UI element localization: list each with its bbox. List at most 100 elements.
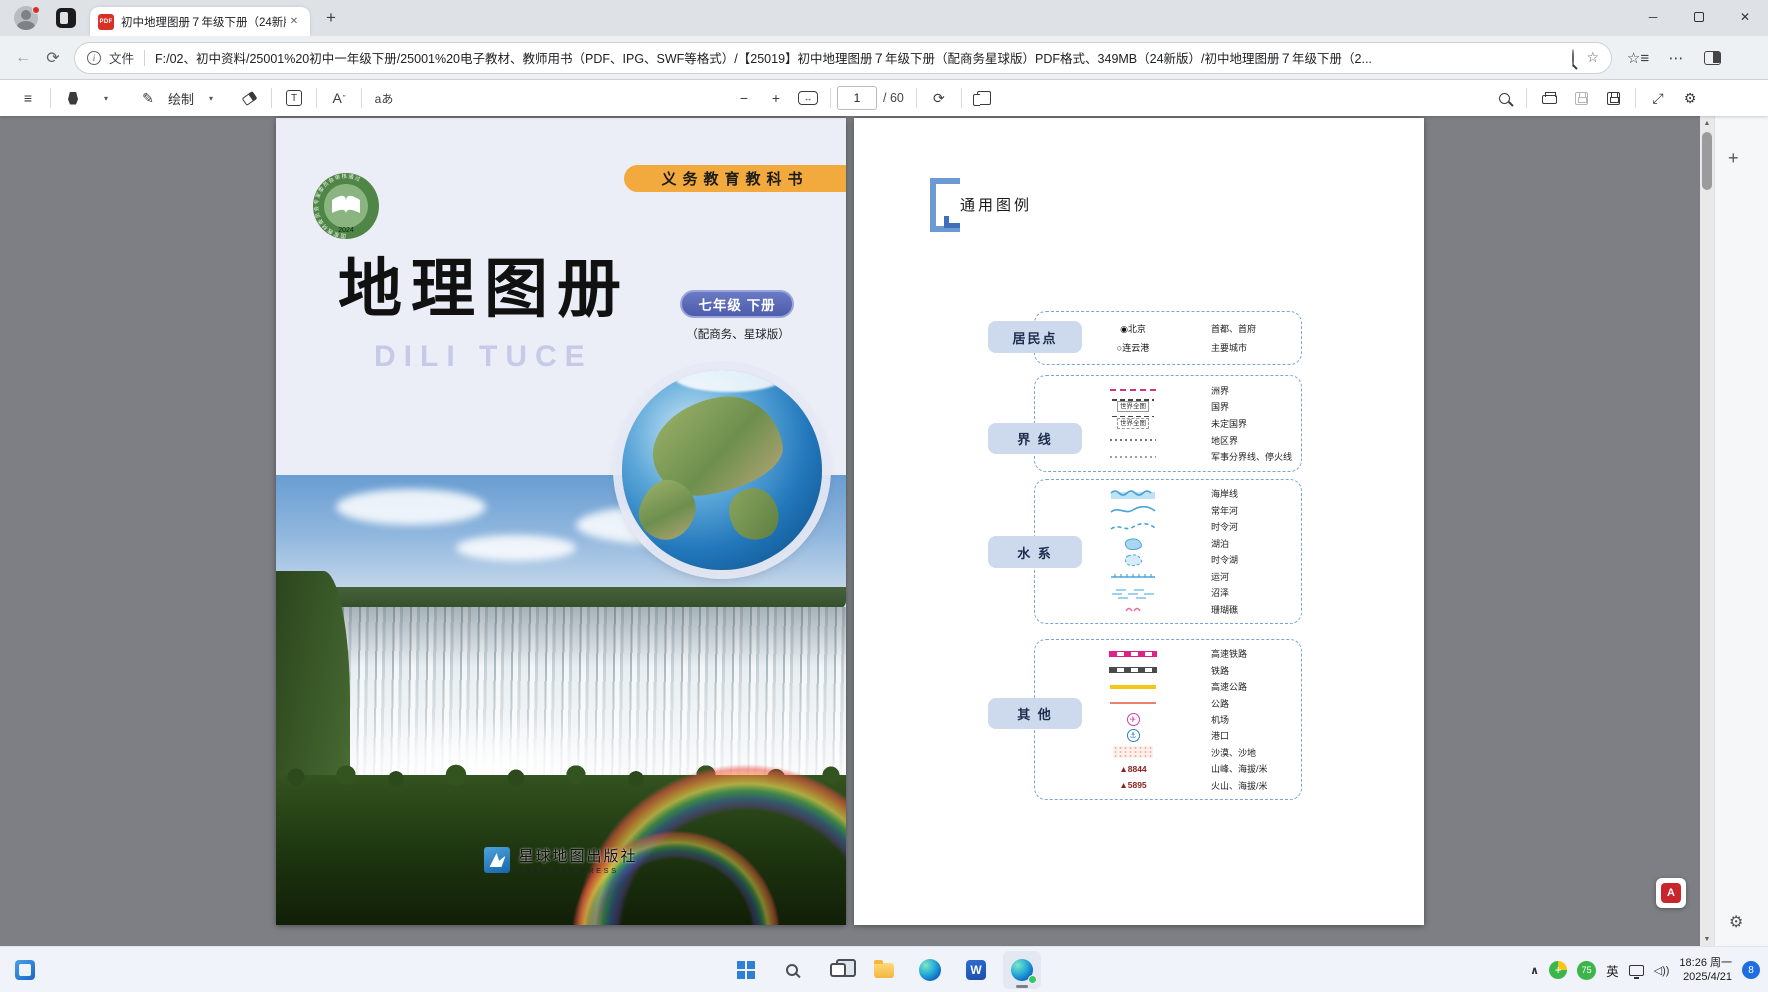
search-document-icon[interactable]	[1491, 85, 1517, 111]
volcano-symbol: ▲5895	[1119, 780, 1146, 790]
globe-polar-cap	[674, 370, 784, 392]
legend-row: 时令河	[1035, 520, 1301, 533]
minimize-button[interactable]: ─	[1630, 0, 1676, 34]
info-icon[interactable]: i	[87, 51, 101, 65]
highlighter-chevron-icon[interactable]: ▾	[92, 85, 118, 111]
sidebar-add-icon[interactable]: +	[1728, 148, 1739, 169]
task-view-icon	[830, 963, 846, 977]
search-in-page-icon[interactable]	[1572, 50, 1574, 66]
tray-overflow-chevron[interactable]: ∧	[1530, 964, 1539, 977]
antivirus-tray-icon[interactable]	[1549, 961, 1567, 979]
clock[interactable]: 18:26 周一 2025/4/21	[1679, 956, 1732, 984]
edge-sidebar-rail: + ⚙	[1714, 80, 1768, 946]
print-icon[interactable]	[1536, 85, 1562, 111]
national-boundary-symbol: 世界全图	[1117, 401, 1149, 412]
windows-taskbar: W ∧ 75 英 ◁)) 18:26 周一 2025/4/21 8	[0, 946, 1768, 992]
undefined-boundary-symbol: 世界全图	[1117, 418, 1149, 429]
eraser-icon[interactable]	[236, 85, 262, 111]
maximize-button[interactable]	[1676, 0, 1722, 34]
legend-label: 军事分界线、停火线	[1211, 450, 1292, 463]
legend-row: 沙漠、沙地	[1035, 746, 1301, 759]
approval-seal-logo: 国家教材委员会专家委员会审核通过 2024	[313, 173, 379, 239]
scroll-up-arrow[interactable]: ▲	[1700, 116, 1714, 130]
taskbar-search-button[interactable]	[773, 951, 811, 989]
tab-actions-menu-icon[interactable]	[56, 8, 76, 28]
page-view-button[interactable]	[971, 85, 997, 111]
translate-icon[interactable]: aあ	[371, 85, 397, 111]
legend-label: 沙漠、沙地	[1211, 746, 1256, 759]
toolbar-divider	[50, 88, 51, 108]
browser-titlebar: PDF 初中地理图册７年级下册（24新版 ✕ + ─ ✕	[0, 0, 1768, 36]
file-explorer-button[interactable]	[865, 951, 903, 989]
volume-icon[interactable]: ◁))	[1654, 964, 1670, 977]
sidebar-toggle-icon[interactable]	[1704, 51, 1721, 65]
task-view-button[interactable]	[819, 951, 857, 989]
legend-label: 未定国界	[1211, 417, 1247, 430]
publisher-name-en: STAR MAP PRESS	[518, 866, 637, 875]
port-symbol: ⚓	[1127, 729, 1140, 742]
start-button[interactable]	[727, 951, 765, 989]
favorite-star-icon[interactable]: ☆	[1586, 49, 1599, 66]
legend-label: 高速铁路	[1211, 647, 1247, 660]
page-number-input[interactable]	[837, 86, 877, 110]
tab-title: 初中地理图册７年级下册（24新版	[121, 14, 286, 30]
legend-row: 海岸线	[1035, 487, 1301, 500]
seasonal-river-symbol	[1063, 521, 1203, 533]
widgets-icon	[15, 960, 35, 980]
refresh-button[interactable]: ⟳	[38, 43, 68, 73]
favorites-hub-icon[interactable]: ☆≡	[1626, 49, 1650, 67]
legend-label: 高速公路	[1211, 680, 1247, 693]
legend-label: 公路	[1211, 697, 1229, 710]
legend-row: 运河	[1035, 570, 1301, 583]
seasonal-lake-symbol	[1063, 553, 1203, 566]
high-speed-rail-symbol	[1110, 652, 1156, 656]
pdf-viewer-area[interactable]: 国家教材委员会专家委员会审核通过 2024 义务教育教科书 地理图册 DILI …	[0, 116, 1768, 946]
address-bar-row: ← ⟳ i 文件 F:/02、初中资料/25001%20初中一年级下册/2500…	[0, 36, 1768, 80]
toc-menu-icon[interactable]: ≡	[15, 85, 41, 111]
fullscreen-icon[interactable]: ⤢	[1645, 85, 1671, 111]
more-menu-icon[interactable]: ⋯	[1664, 49, 1688, 67]
zoom-in-button[interactable]: +	[763, 85, 789, 111]
open-in-acrobat-button[interactable]: A	[1656, 878, 1686, 908]
desert-symbol	[1113, 746, 1153, 758]
coral-reef-symbol	[1063, 603, 1203, 615]
tab-close-icon[interactable]: ✕	[286, 14, 302, 30]
grade-pill: 七年级 下册	[680, 290, 794, 318]
draw-chevron-icon[interactable]: ▾	[197, 85, 223, 111]
river-symbol	[1063, 504, 1203, 516]
close-button[interactable]: ✕	[1722, 0, 1768, 34]
add-text-icon[interactable]: T	[281, 85, 307, 111]
toolbar-divider	[961, 88, 962, 108]
scrollbar-thumb[interactable]	[1702, 132, 1712, 190]
browser-tab[interactable]: PDF 初中地理图册７年级下册（24新版 ✕	[90, 7, 310, 36]
input-language-indicator[interactable]: 英	[1606, 961, 1619, 980]
address-field[interactable]: i 文件 F:/02、初中资料/25001%20初中一年级下册/25001%20…	[74, 42, 1612, 74]
zoom-out-button[interactable]: −	[731, 85, 757, 111]
edge-browser-button[interactable]	[911, 951, 949, 989]
widgets-button[interactable]	[10, 955, 40, 985]
acrobat-icon: A	[1661, 883, 1681, 903]
battery-tray-icon[interactable]: 75	[1577, 961, 1596, 980]
draw-pen-icon[interactable]: ✎	[135, 85, 161, 111]
word-button[interactable]: W	[957, 951, 995, 989]
railway-symbol	[1110, 668, 1156, 672]
legend-row: 高速铁路	[1035, 647, 1301, 660]
cover-romanized-title: DILI TUCE	[374, 340, 593, 374]
fit-width-button[interactable]: ↔	[795, 85, 821, 111]
maximize-icon	[1694, 12, 1704, 22]
toolbar-divider	[271, 88, 272, 108]
new-tab-button[interactable]: +	[318, 5, 344, 31]
edge-active-window-button[interactable]	[1003, 951, 1041, 989]
back-button[interactable]: ←	[8, 43, 38, 73]
rotate-button[interactable]: ⟳	[926, 85, 952, 111]
cloud-shape	[456, 535, 576, 561]
sidebar-settings-gear-icon[interactable]: ⚙	[1729, 912, 1743, 932]
notification-count-badge[interactable]: 8	[1742, 961, 1760, 979]
save-as-icon[interactable]	[1600, 85, 1626, 111]
read-aloud-icon[interactable]: A”	[326, 85, 352, 111]
settings-gear-icon[interactable]: ⚙	[1677, 85, 1703, 111]
highlighter-icon[interactable]	[60, 85, 86, 111]
network-icon[interactable]	[1629, 965, 1644, 976]
scroll-down-arrow[interactable]: ▼	[1700, 932, 1714, 946]
vertical-scrollbar[interactable]: ▲ ▼	[1700, 116, 1714, 946]
